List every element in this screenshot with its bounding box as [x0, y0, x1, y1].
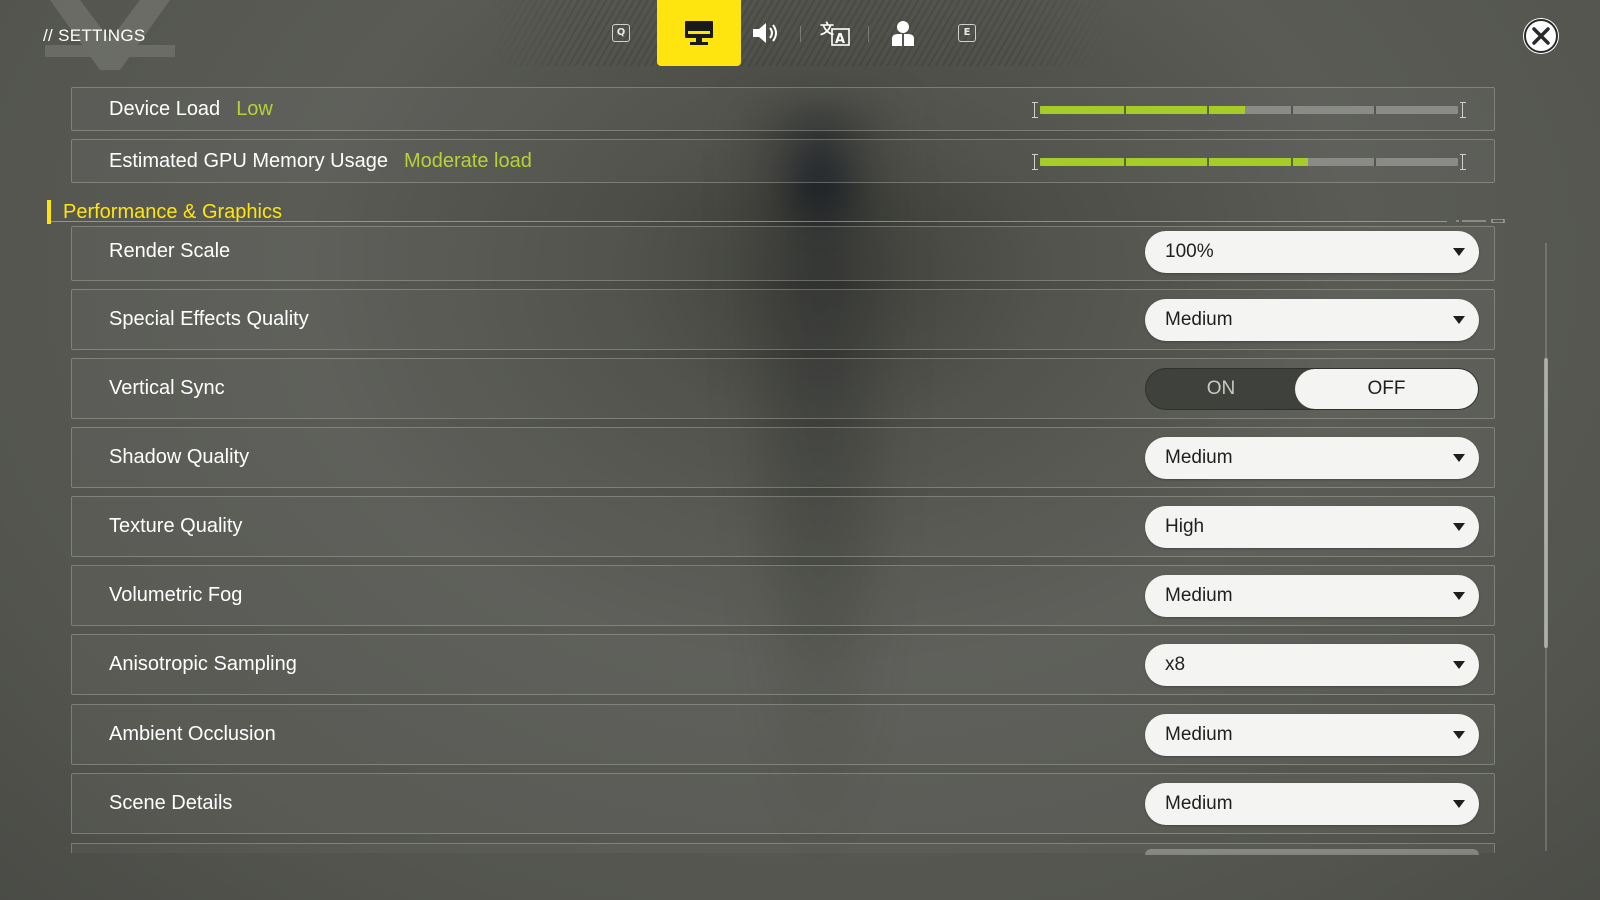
anisotropic-sampling-row: Anisotropic Sampling x8 — [71, 634, 1495, 695]
scene-details-value: Medium — [1165, 793, 1233, 814]
volumetric-fog-label: Volumetric Fog — [109, 584, 243, 606]
speaker-icon — [753, 23, 777, 43]
shadow-quality-label: Shadow Quality — [109, 446, 250, 468]
tab-audio[interactable] — [733, 0, 799, 66]
texture-quality-label: Texture Quality — [109, 515, 243, 537]
render-scale-value: 100% — [1165, 241, 1214, 262]
gpu-memory-meter — [1032, 154, 1466, 170]
chevron-down-icon — [1453, 523, 1465, 531]
meter-fill — [1040, 106, 1245, 114]
meter-fill — [1040, 158, 1308, 166]
scene-details-row: Scene Details Medium — [71, 773, 1495, 834]
translate-icon: 文 A — [820, 21, 850, 47]
tab-language[interactable]: 文 A — [802, 0, 868, 66]
meter-tick — [1207, 158, 1210, 166]
monitor-icon — [685, 21, 713, 45]
meter-tick — [1374, 106, 1377, 114]
device-load-label: Device Load — [109, 98, 221, 120]
meter-tick — [1290, 106, 1293, 114]
gpu-memory-row: Estimated GPU Memory Usage Moderate load — [71, 139, 1495, 183]
close-button[interactable] — [1523, 18, 1559, 54]
gpu-memory-label: Estimated GPU Memory Usage — [109, 150, 388, 172]
texture-quality-dropdown[interactable]: High — [1145, 506, 1479, 548]
volumetric-fog-value: Medium — [1165, 585, 1233, 606]
special-effects-value: Medium — [1165, 309, 1233, 330]
meter-tick — [1374, 158, 1377, 166]
chevron-down-icon — [1453, 800, 1465, 808]
meter-tick — [1123, 158, 1126, 166]
chevron-down-icon — [1453, 731, 1465, 739]
special-effects-label: Special Effects Quality — [109, 308, 309, 330]
tab-separator — [800, 26, 801, 42]
device-load-row: Device Load Low — [71, 87, 1495, 131]
shadow-quality-row: Shadow Quality Medium — [71, 427, 1495, 488]
next-dropdown-partial — [1145, 849, 1479, 855]
anisotropic-sampling-dropdown[interactable]: x8 — [1145, 644, 1479, 686]
next-tab-key-hint[interactable]: E — [958, 24, 976, 42]
tab-display[interactable] — [657, 0, 741, 66]
special-effects-dropdown[interactable]: Medium — [1145, 299, 1479, 341]
volumetric-fog-dropdown[interactable]: Medium — [1145, 575, 1479, 617]
account-icon — [892, 21, 914, 46]
render-scale-dropdown[interactable]: 100% — [1145, 231, 1479, 273]
render-scale-label: Render Scale — [109, 240, 231, 262]
meter-bracket-left — [1032, 154, 1038, 170]
vertical-sync-row: Vertical Sync ON OFF — [71, 358, 1495, 419]
ambient-occlusion-value: Medium — [1165, 724, 1233, 745]
scene-details-label: Scene Details — [109, 792, 233, 814]
anisotropic-sampling-label: Anisotropic Sampling — [109, 653, 297, 675]
shadow-quality-dropdown[interactable]: Medium — [1145, 437, 1479, 479]
anisotropic-sampling-value: x8 — [1165, 654, 1186, 675]
settings-title: // SETTINGS — [43, 26, 146, 45]
device-load-status: Low — [236, 98, 273, 120]
vertical-sync-label: Vertical Sync — [109, 377, 225, 399]
shadow-quality-value: Medium — [1165, 447, 1233, 468]
chevron-down-icon — [1453, 592, 1465, 600]
meter-bracket-right — [1460, 102, 1466, 118]
meter-bracket-right — [1460, 154, 1466, 170]
render-scale-row: Render Scale 100% — [71, 226, 1495, 281]
gpu-memory-status: Moderate load — [403, 150, 532, 172]
tab-account[interactable] — [870, 0, 936, 66]
scene-details-dropdown[interactable]: Medium — [1145, 783, 1479, 825]
chevron-down-icon — [1453, 248, 1465, 256]
chevron-down-icon — [1453, 316, 1465, 324]
vertical-sync-off-option[interactable]: OFF — [1295, 369, 1478, 409]
vertical-sync-on-option[interactable]: ON — [1146, 369, 1296, 409]
prev-tab-key-hint[interactable]: Q — [612, 24, 630, 42]
meter-track — [1040, 106, 1458, 114]
meter-bracket-left — [1032, 102, 1038, 118]
ambient-occlusion-row: Ambient Occlusion Medium — [71, 704, 1495, 765]
volumetric-fog-row: Volumetric Fog Medium — [71, 565, 1495, 626]
meter-tick — [1290, 158, 1293, 166]
gpu-memory-label-group: Estimated GPU Memory Usage Moderate load — [109, 150, 532, 173]
scrollbar-thumb[interactable] — [1544, 358, 1548, 648]
svg-text:A: A — [835, 32, 845, 47]
meter-tick — [1123, 106, 1126, 114]
meter-tick — [1207, 106, 1210, 114]
texture-quality-row: Texture Quality High — [71, 496, 1495, 557]
chevron-down-icon — [1453, 454, 1465, 462]
close-icon — [1524, 19, 1558, 53]
next-setting-row-partial — [71, 843, 1495, 855]
special-effects-row: Special Effects Quality Medium — [71, 289, 1495, 350]
device-load-meter — [1032, 102, 1466, 118]
device-load-label-group: Device Load Low — [109, 98, 273, 121]
meter-track — [1040, 158, 1458, 166]
chevron-down-icon — [1453, 661, 1465, 669]
ambient-occlusion-label: Ambient Occlusion — [109, 723, 276, 745]
ambient-occlusion-dropdown[interactable]: Medium — [1145, 714, 1479, 756]
divider-decoration — [1456, 219, 1505, 223]
texture-quality-value: High — [1165, 516, 1205, 537]
tab-separator — [868, 26, 869, 42]
vertical-sync-toggle[interactable]: ON OFF — [1145, 368, 1479, 410]
section-divider — [47, 221, 1447, 222]
